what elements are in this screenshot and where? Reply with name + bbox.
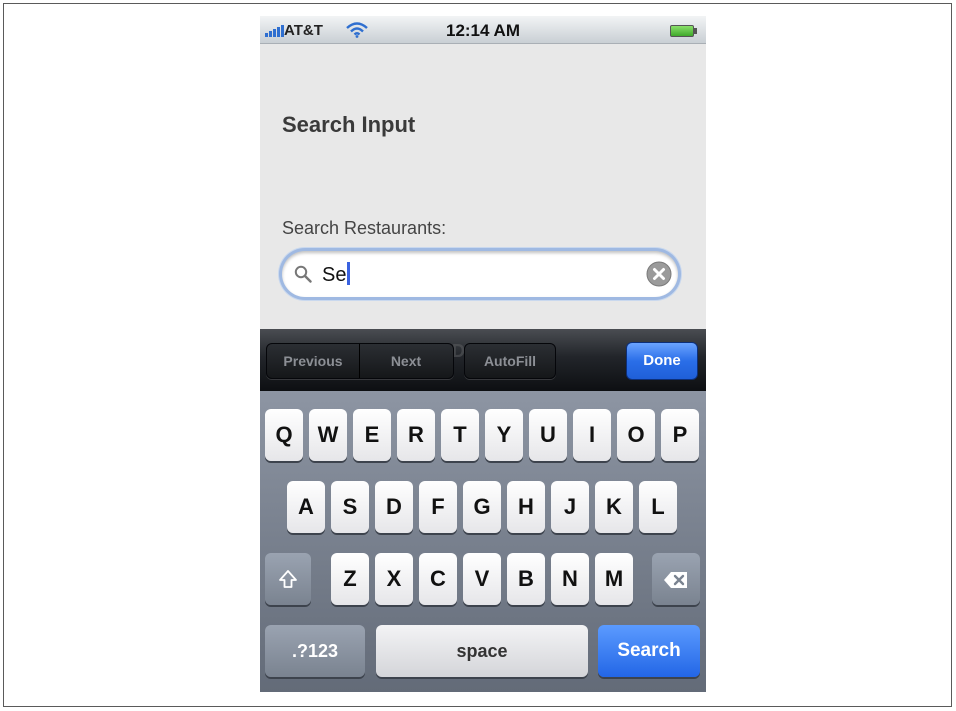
- key-l[interactable]: L: [639, 481, 677, 533]
- search-input[interactable]: Se: [282, 251, 678, 297]
- numbers-key[interactable]: .?123: [265, 625, 365, 677]
- key-e[interactable]: E: [353, 409, 391, 461]
- key-f[interactable]: F: [419, 481, 457, 533]
- key-w[interactable]: W: [309, 409, 347, 461]
- clear-icon[interactable]: [646, 261, 672, 287]
- search-input-value: Se: [322, 262, 351, 287]
- key-x[interactable]: X: [375, 553, 413, 605]
- status-bar: AT&T 12:14 AM: [260, 16, 706, 44]
- next-button[interactable]: Next: [360, 344, 452, 378]
- key-b[interactable]: B: [507, 553, 545, 605]
- autofill-label: AutoFill: [483, 353, 537, 369]
- backspace-key[interactable]: [652, 553, 700, 605]
- key-t[interactable]: T: [441, 409, 479, 461]
- keyboard: Q W E R T Y U I O P A S D F G H J K L Z …: [260, 391, 706, 692]
- space-key[interactable]: space: [376, 625, 588, 677]
- key-v[interactable]: V: [463, 553, 501, 605]
- key-u[interactable]: U: [529, 409, 567, 461]
- key-o[interactable]: O: [617, 409, 655, 461]
- key-r[interactable]: R: [397, 409, 435, 461]
- page-content: Search Input Search Restaurants: Se: [260, 44, 706, 335]
- search-field-label: Search Restaurants:: [282, 218, 447, 238]
- key-s[interactable]: S: [331, 481, 369, 533]
- text-caret: [347, 262, 351, 285]
- key-y[interactable]: Y: [485, 409, 523, 461]
- key-k[interactable]: K: [595, 481, 633, 533]
- page-title: Search Input: [282, 112, 416, 137]
- previous-button[interactable]: Previous: [267, 344, 359, 378]
- key-c[interactable]: C: [419, 553, 457, 605]
- autofill-button[interactable]: AutoFill: [464, 343, 556, 379]
- clock: 12:14 AM: [445, 21, 520, 40]
- magnifier-icon: [294, 265, 312, 283]
- key-g[interactable]: G: [463, 481, 501, 533]
- phone-screen: AT&T 12:14 AM Search Input Search Restau…: [260, 16, 706, 692]
- key-q[interactable]: Q: [265, 409, 303, 461]
- done-button[interactable]: Done: [626, 342, 698, 380]
- key-z[interactable]: Z: [331, 553, 369, 605]
- shift-key[interactable]: [265, 553, 311, 605]
- shift-icon: [279, 570, 297, 588]
- key-h[interactable]: H: [507, 481, 545, 533]
- key-a[interactable]: A: [287, 481, 325, 533]
- key-n[interactable]: N: [551, 553, 589, 605]
- prev-next-control: Previous Next: [266, 343, 454, 379]
- keyboard-accessory-bar: D Previous Next AutoFill Done: [260, 329, 706, 391]
- battery-icon: [670, 25, 697, 37]
- key-p[interactable]: P: [661, 409, 699, 461]
- key-d[interactable]: D: [375, 481, 413, 533]
- key-i[interactable]: I: [573, 409, 611, 461]
- search-key[interactable]: Search: [598, 625, 700, 677]
- backspace-icon: [664, 572, 687, 588]
- key-j[interactable]: J: [551, 481, 589, 533]
- key-m[interactable]: M: [595, 553, 633, 605]
